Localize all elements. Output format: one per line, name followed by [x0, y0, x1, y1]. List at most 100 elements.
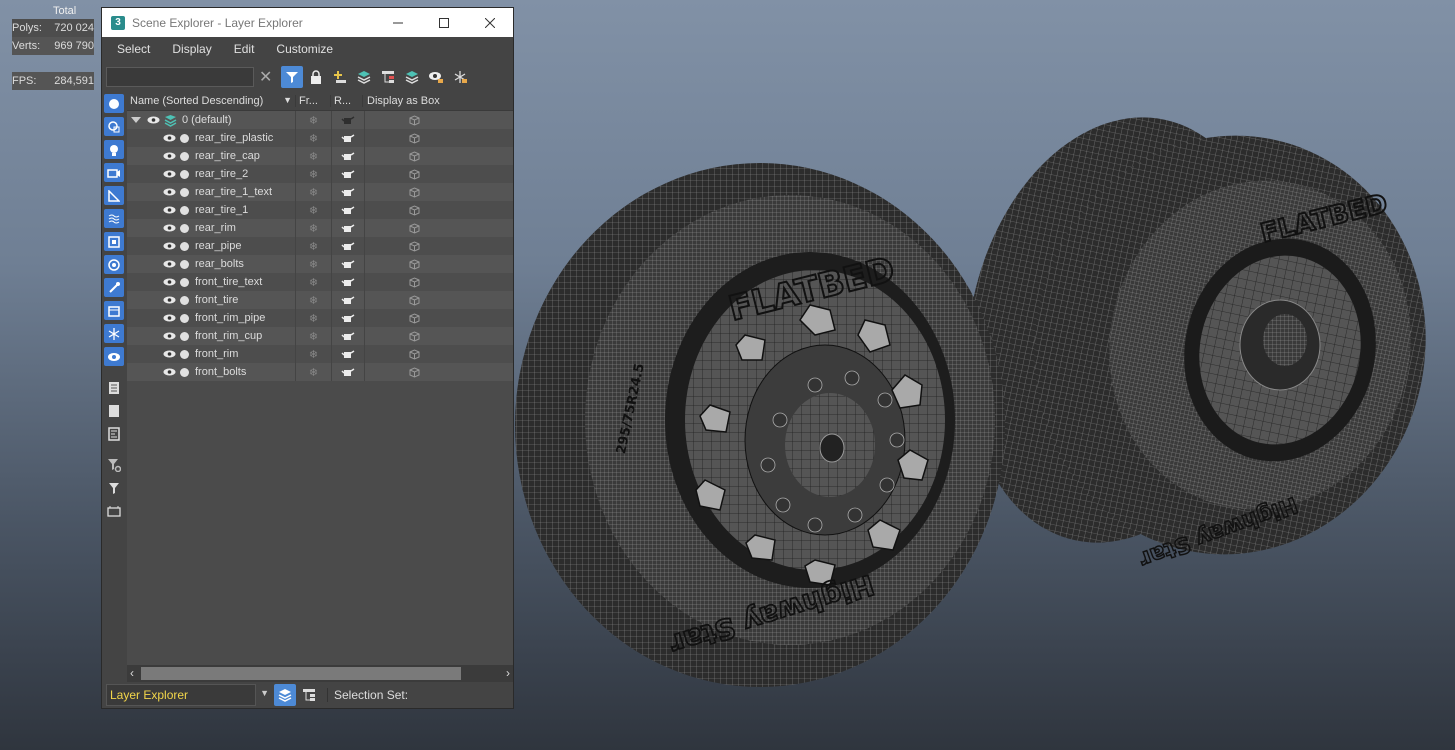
- render-toggle[interactable]: [331, 147, 364, 165]
- object-row[interactable]: rear_tire_1_text ❄: [127, 183, 513, 201]
- display-none-button[interactable]: [104, 401, 124, 420]
- scroll-right-icon[interactable]: ›: [506, 666, 510, 680]
- eye-icon[interactable]: [147, 116, 160, 124]
- eye-icon[interactable]: [163, 134, 176, 142]
- filter-button[interactable]: [281, 65, 303, 88]
- layer-stack-button[interactable]: [401, 66, 423, 88]
- render-toggle[interactable]: [331, 201, 364, 219]
- display-as-box-toggle[interactable]: [364, 165, 513, 183]
- display-as-box-toggle[interactable]: [364, 363, 513, 381]
- dropdown-arrow-icon[interactable]: ▼: [260, 688, 269, 698]
- invert-display-button[interactable]: [104, 424, 124, 443]
- name-column-header[interactable]: Name (Sorted Descending) ▼: [127, 95, 295, 107]
- frozen-column-header[interactable]: Fr...: [295, 95, 330, 107]
- render-toggle[interactable]: [331, 237, 364, 255]
- eye-icon[interactable]: [163, 350, 176, 358]
- freeze-toggle[interactable]: ❄: [295, 363, 331, 381]
- display-groups-button[interactable]: [104, 232, 124, 251]
- render-column-header[interactable]: R...: [330, 95, 362, 107]
- eye-icon[interactable]: [163, 242, 176, 250]
- eye-icon[interactable]: [163, 152, 176, 160]
- display-as-box-toggle[interactable]: [364, 327, 513, 345]
- display-as-box-toggle[interactable]: [364, 147, 513, 165]
- freeze-toggle[interactable]: ❄: [295, 165, 331, 183]
- render-toggle[interactable]: [331, 255, 364, 273]
- freeze-toggle[interactable]: ❄: [295, 345, 331, 363]
- filter-settings-button[interactable]: [104, 455, 124, 474]
- display-as-box-toggle[interactable]: [364, 111, 513, 129]
- lock-button[interactable]: [305, 66, 327, 88]
- display-frozen-button[interactable]: [104, 324, 124, 343]
- eye-icon[interactable]: [163, 170, 176, 178]
- display-shapes-button[interactable]: [104, 117, 124, 136]
- object-row[interactable]: rear_tire_plastic ❄: [127, 129, 513, 147]
- freeze-button[interactable]: [449, 66, 471, 88]
- render-toggle[interactable]: [331, 327, 364, 345]
- freeze-toggle[interactable]: ❄: [295, 129, 331, 147]
- layers-button[interactable]: [353, 66, 375, 88]
- display-containers-button[interactable]: [104, 301, 124, 320]
- horizontal-scrollbar[interactable]: ‹ ›: [127, 665, 513, 682]
- object-row[interactable]: rear_rim ❄: [127, 219, 513, 237]
- object-row[interactable]: front_tire ❄: [127, 291, 513, 309]
- object-row[interactable]: front_rim ❄: [127, 345, 513, 363]
- freeze-toggle[interactable]: ❄: [295, 147, 331, 165]
- hierarchy-button[interactable]: [377, 66, 399, 88]
- scrollbar-thumb[interactable]: [141, 667, 461, 680]
- eye-icon[interactable]: [163, 278, 176, 286]
- eye-icon[interactable]: [163, 368, 176, 376]
- object-row[interactable]: rear_tire_2 ❄: [127, 165, 513, 183]
- minimize-button[interactable]: [375, 8, 421, 37]
- object-row[interactable]: rear_pipe ❄: [127, 237, 513, 255]
- display-as-box-toggle[interactable]: [364, 201, 513, 219]
- render-toggle[interactable]: [331, 165, 364, 183]
- display-as-box-toggle[interactable]: [364, 129, 513, 147]
- freeze-toggle[interactable]: ❄: [295, 327, 331, 345]
- menu-customize[interactable]: Customize: [276, 42, 333, 56]
- eye-icon[interactable]: [163, 296, 176, 304]
- freeze-toggle[interactable]: ❄: [295, 201, 331, 219]
- clear-search-icon[interactable]: ✕: [259, 67, 279, 87]
- close-button[interactable]: [467, 8, 513, 37]
- search-input[interactable]: [106, 66, 254, 87]
- eye-icon[interactable]: [163, 260, 176, 268]
- explorer-selector[interactable]: Layer Explorer ▼: [106, 684, 269, 706]
- display-geometry-button[interactable]: [104, 94, 124, 113]
- eye-icon[interactable]: [163, 332, 176, 340]
- object-row[interactable]: front_rim_pipe ❄: [127, 309, 513, 327]
- object-row[interactable]: rear_tire_cap ❄: [127, 147, 513, 165]
- display-xrefs-button[interactable]: [104, 255, 124, 274]
- display-as-box-toggle[interactable]: [364, 183, 513, 201]
- sort-by-hierarchy-button[interactable]: [298, 684, 320, 706]
- object-row[interactable]: rear_tire_1 ❄: [127, 201, 513, 219]
- eye-icon[interactable]: [163, 206, 176, 214]
- display-as-box-toggle[interactable]: [364, 219, 513, 237]
- title-bar[interactable]: 3 Scene Explorer - Layer Explorer: [102, 8, 513, 37]
- freeze-toggle[interactable]: ❄: [295, 273, 331, 291]
- layer-row-default[interactable]: 0 (default) ❄: [127, 111, 513, 129]
- display-lights-button[interactable]: [104, 140, 124, 159]
- maximize-button[interactable]: [421, 8, 467, 37]
- display-space-warps-button[interactable]: [104, 209, 124, 228]
- render-toggle[interactable]: [331, 363, 364, 381]
- display-as-box-toggle[interactable]: [364, 273, 513, 291]
- filter-toggle-button[interactable]: [104, 478, 124, 497]
- display-as-box-toggle[interactable]: [364, 291, 513, 309]
- menu-edit[interactable]: Edit: [234, 42, 255, 56]
- object-row[interactable]: front_tire_text ❄: [127, 273, 513, 291]
- render-toggle[interactable]: [331, 345, 364, 363]
- render-toggle[interactable]: [331, 129, 364, 147]
- display-bones-button[interactable]: [104, 278, 124, 297]
- eye-icon[interactable]: [163, 224, 176, 232]
- freeze-toggle[interactable]: ❄: [295, 237, 331, 255]
- create-layer-button[interactable]: [329, 66, 351, 88]
- display-helpers-button[interactable]: [104, 186, 124, 205]
- render-toggle[interactable]: [331, 219, 364, 237]
- freeze-toggle[interactable]: ❄: [295, 183, 331, 201]
- render-toggle[interactable]: [331, 273, 364, 291]
- display-as-box-toggle[interactable]: [364, 345, 513, 363]
- freeze-toggle[interactable]: ❄: [295, 309, 331, 327]
- freeze-toggle[interactable]: ❄: [295, 291, 331, 309]
- display-cameras-button[interactable]: [104, 163, 124, 182]
- object-row[interactable]: front_bolts ❄: [127, 363, 513, 381]
